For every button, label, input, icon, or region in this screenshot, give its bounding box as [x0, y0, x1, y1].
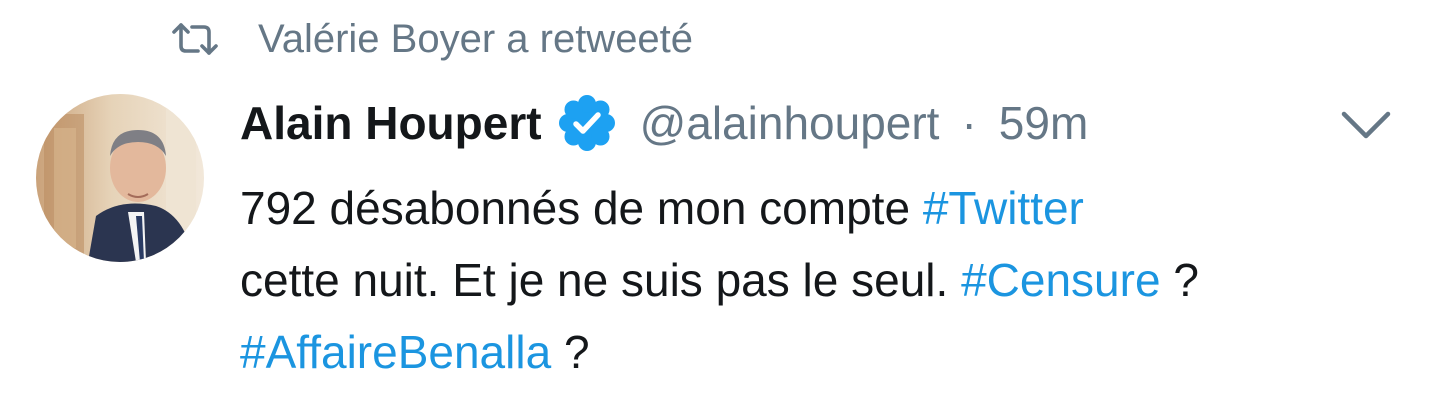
tweet-header: Alain Houpert @alainhoupert · 59m: [240, 92, 1088, 154]
tweet-text-segment: ?: [1173, 254, 1199, 306]
avatar[interactable]: [36, 94, 204, 262]
avatar-photo: [36, 94, 204, 262]
retweet-label[interactable]: Valérie Boyer a retweeté: [258, 17, 693, 62]
tweet-text-segment: cette nuit. Et je ne suis pas le seul.: [240, 254, 949, 306]
tweet-timestamp[interactable]: 59m: [999, 96, 1088, 150]
tweet-text-segment: ?: [563, 326, 590, 378]
retweet-icon: [172, 23, 218, 55]
chevron-down-icon[interactable]: [1338, 104, 1394, 144]
display-name[interactable]: Alain Houpert: [240, 96, 542, 150]
separator-dot: ·: [961, 97, 977, 149]
hashtag-link[interactable]: #AffaireBenalla: [240, 326, 551, 378]
hashtag-link[interactable]: #Twitter: [923, 182, 1084, 234]
tweet-card[interactable]: Valérie Boyer a retweeté Alain Houpert @…: [0, 0, 1440, 412]
tweet-text-line: 792 désabonnés de mon compte #Twitter: [240, 172, 1420, 244]
verified-badge-icon: [558, 95, 615, 151]
retweet-context: Valérie Boyer a retweeté: [172, 14, 693, 64]
tweet-text-line: #AffaireBenalla ?: [240, 316, 1420, 388]
tweet-text: 792 désabonnés de mon compte #Twitter ce…: [240, 172, 1420, 388]
author-handle[interactable]: @alainhoupert: [640, 96, 940, 150]
hashtag-link[interactable]: #Censure: [961, 254, 1160, 306]
tweet-text-segment: 792 désabonnés de mon compte: [240, 182, 911, 234]
tweet-text-line: cette nuit. Et je ne suis pas le seul. #…: [240, 244, 1420, 316]
